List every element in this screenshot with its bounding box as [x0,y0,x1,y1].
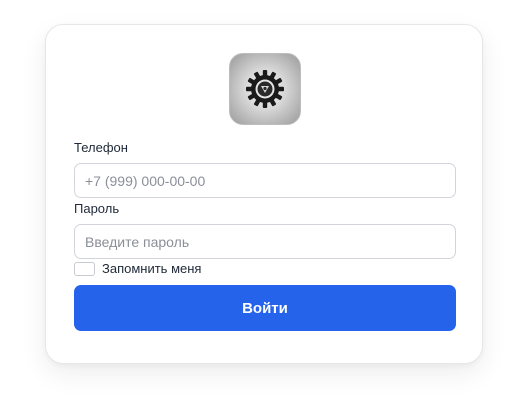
app-logo [229,53,301,125]
remember-me-checkbox[interactable] [74,261,95,276]
password-input[interactable] [74,224,456,259]
login-card: Телефон Пароль Запомнить меня Войти [45,24,483,364]
login-button[interactable]: Войти [74,285,456,331]
gear-logo-icon [246,70,284,108]
remember-me-label: Запомнить меня [102,261,202,276]
phone-label: Телефон [74,140,128,155]
password-label: Пароль [74,201,120,216]
remember-me-row[interactable]: Запомнить меня [74,261,201,276]
phone-input[interactable] [74,163,456,198]
